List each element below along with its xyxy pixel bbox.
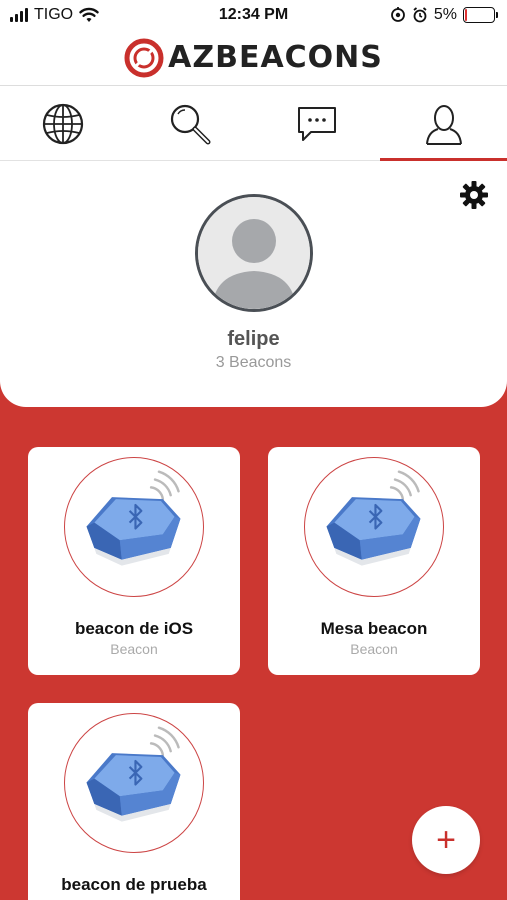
default-avatar-icon — [198, 197, 310, 309]
tab-search[interactable] — [127, 87, 254, 160]
battery-percent: 5% — [433, 6, 457, 23]
avatar[interactable] — [195, 194, 313, 312]
beacon-count: 3 Beacons — [215, 354, 292, 371]
beacon-image-frame — [64, 457, 204, 597]
beacon-type: Beacon — [110, 641, 158, 657]
beacon-device-icon — [86, 726, 181, 822]
status-left: TIGO — [10, 6, 99, 24]
app-header: AZBEACONS — [0, 30, 507, 86]
signal-icon — [10, 8, 28, 22]
status-bar: TIGO 12:34 PM 5% — [0, 0, 507, 30]
beacon-name: Mesa beacon — [320, 619, 428, 638]
location-lock-icon — [390, 7, 405, 22]
search-icon — [171, 104, 211, 144]
beacon-image-frame — [64, 713, 204, 853]
globe-icon — [43, 103, 84, 144]
beacon-card[interactable]: Mesa beacon Beacon — [268, 447, 480, 675]
battery-icon — [463, 7, 498, 23]
tab-messages[interactable] — [254, 87, 381, 160]
profile-icon — [425, 104, 462, 145]
username: felipe — [227, 328, 280, 350]
tab-bar — [0, 87, 507, 161]
logo-icon — [124, 38, 164, 77]
beacon-name: beacon de iOS — [74, 619, 194, 638]
tab-profile[interactable] — [380, 87, 507, 161]
add-beacon-button[interactable]: + — [412, 806, 480, 874]
tab-explore[interactable] — [0, 87, 127, 160]
profile-card: felipe 3 Beacons — [0, 162, 507, 407]
beacon-type: Beacon — [350, 641, 398, 657]
status-right: 5% — [390, 6, 498, 24]
gear-icon[interactable] — [459, 180, 489, 210]
add-icon: + — [436, 820, 456, 859]
beacon-image-frame — [304, 457, 444, 597]
beacon-card[interactable]: beacon de iOS Beacon — [28, 447, 240, 675]
logo-text: AZBEACONS — [168, 40, 383, 75]
beacon-name: beacon de prueba — [61, 875, 207, 894]
beacon-device-icon — [86, 470, 181, 566]
beacon-device-icon — [326, 470, 421, 566]
wifi-icon — [79, 7, 99, 22]
carrier-label: TIGO — [34, 6, 74, 23]
beacon-card[interactable]: beacon de prueba Beacon — [28, 703, 240, 900]
battery-fill — [465, 9, 467, 21]
alarm-icon — [413, 7, 427, 23]
chat-icon — [297, 106, 336, 141]
